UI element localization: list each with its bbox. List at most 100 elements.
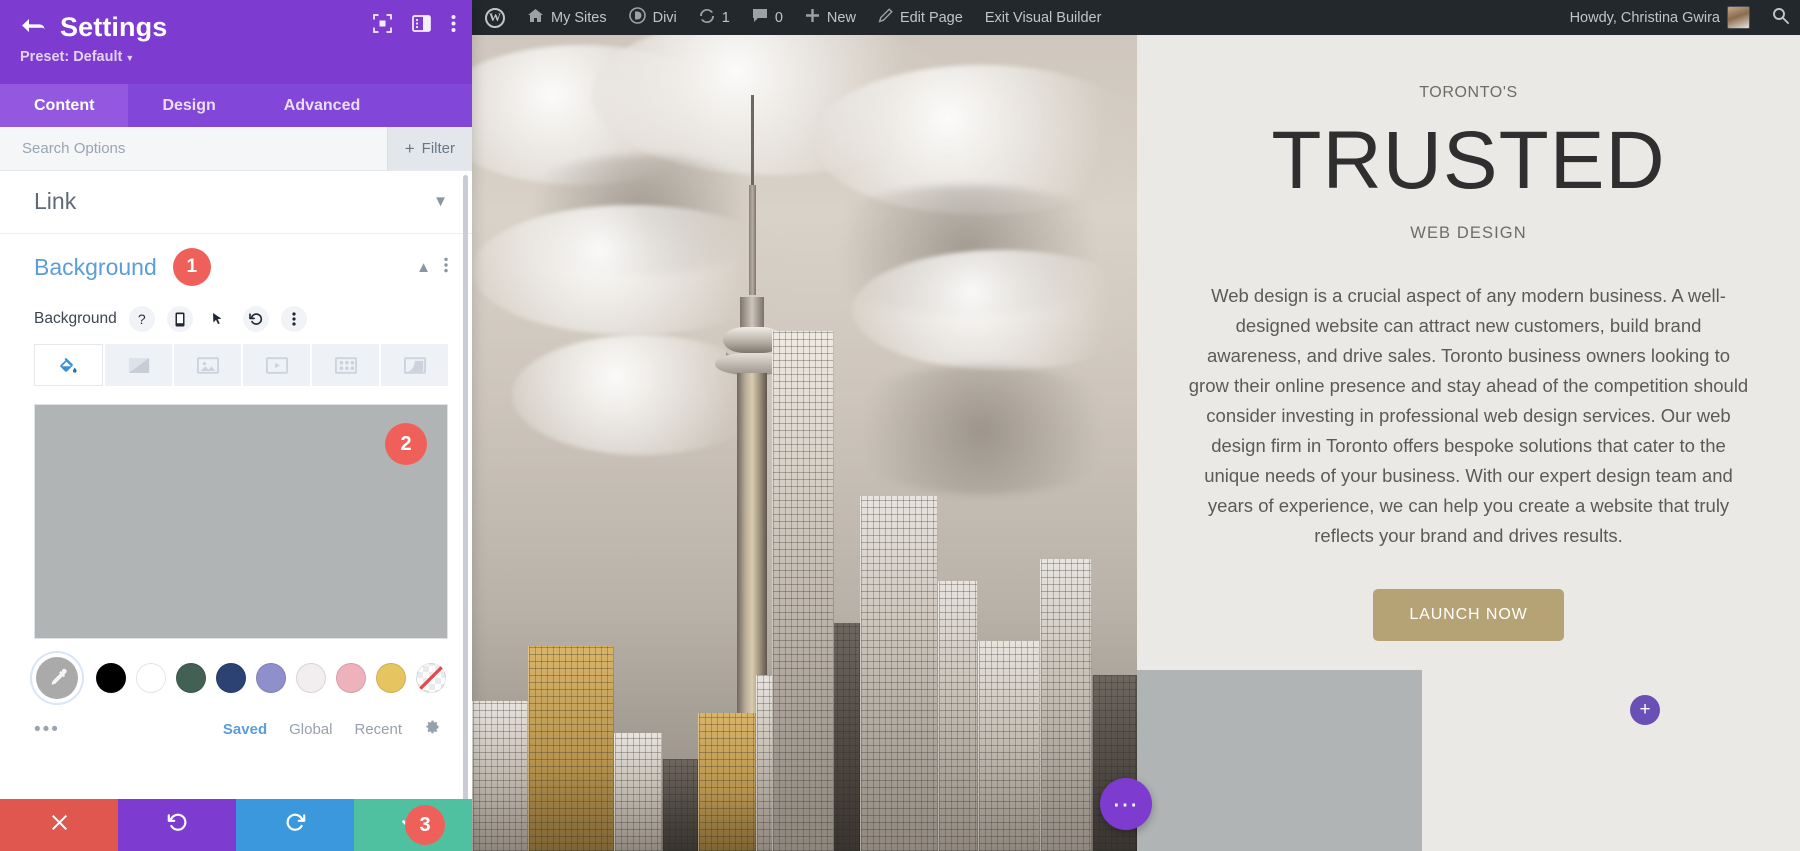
background-pattern-tab[interactable] (312, 344, 379, 386)
add-module-button[interactable]: + (1630, 695, 1660, 725)
focus-frame-icon[interactable] (373, 14, 392, 33)
panel-scrollbar-track[interactable] (463, 171, 470, 799)
background-image-tab[interactable] (174, 344, 241, 386)
gear-icon[interactable] (424, 719, 440, 740)
adminbar-label: My Sites (551, 9, 607, 26)
responsive-phone-icon[interactable] (166, 306, 193, 332)
plus-icon (805, 8, 820, 27)
tab-design[interactable]: Design (128, 84, 249, 127)
more-colors-button[interactable]: ••• (34, 720, 60, 739)
settings-body: Link ▼ Background 1 ▲ Background ? 2 •••… (0, 171, 472, 799)
adminbar-item-new[interactable]: New (794, 0, 867, 35)
adminbar-item-exit-visual-builder[interactable]: Exit Visual Builder (974, 0, 1113, 35)
adminbar-item-edit-page[interactable]: Edit Page (867, 0, 974, 35)
three-dots-icon: ⋯ (1112, 788, 1140, 819)
vertical-dots-icon[interactable] (444, 257, 448, 277)
palette-tab-saved[interactable]: Saved (223, 721, 267, 738)
search-input[interactable] (0, 127, 387, 170)
section-link-title: Link (34, 188, 77, 214)
eyedropper-icon[interactable] (36, 657, 78, 699)
swatch-white[interactable] (136, 663, 166, 693)
palette-tab-global[interactable]: Global (289, 721, 332, 738)
chevron-up-icon[interactable]: ▲ (416, 259, 431, 276)
page-canvas: TORONTO'S TRUSTED WEB DESIGN Web design … (472, 35, 1800, 851)
comment-bubble-icon (752, 8, 768, 27)
tab-advanced[interactable]: Advanced (250, 84, 394, 127)
adminbar-label: Exit Visual Builder (984, 9, 1102, 26)
palette-meta-row: ••• Saved Global Recent (34, 719, 448, 740)
layout-panel-icon[interactable] (412, 14, 431, 33)
wp-admin-bar: W My Sites Divi 1 0 New Edit Page Exit V… (472, 0, 1800, 35)
reset-undo-icon[interactable] (242, 306, 269, 332)
hero-eyebrow: TORONTO'S (1419, 84, 1518, 101)
adminbar-item-wp-logo[interactable]: W (472, 0, 516, 35)
background-field-label: Background (34, 310, 117, 327)
background-mask-tab[interactable] (381, 344, 448, 386)
redo-button[interactable] (236, 799, 354, 851)
launch-now-button[interactable]: LAUNCH NOW (1373, 588, 1564, 641)
undo-icon (167, 812, 188, 839)
palette-tab-recent[interactable]: Recent (354, 721, 402, 738)
background-color-tab[interactable] (34, 344, 103, 386)
swatch-none[interactable] (416, 663, 446, 693)
swatch-green[interactable] (176, 663, 206, 693)
divi-settings-modal: Settings Preset: Default ▼ Content Design (0, 0, 472, 851)
adminbar-item-divi[interactable]: Divi (618, 0, 688, 35)
section-background-header[interactable]: Background 1 ▲ (34, 248, 448, 286)
background-gradient-tab[interactable] (105, 344, 172, 386)
filter-button[interactable]: + Filter (386, 127, 472, 170)
back-arrow-icon[interactable] (20, 17, 46, 41)
help-question-icon[interactable]: ? (128, 306, 155, 332)
plus-icon: + (404, 139, 415, 158)
search-row: + Filter (0, 127, 472, 171)
update-arrows-icon (699, 8, 715, 28)
step-badge-3: 3 (405, 805, 445, 845)
preset-selector[interactable]: Preset: Default ▼ (20, 49, 452, 65)
hero-photo-cn-tower (472, 35, 1137, 851)
account-greeting: Howdy, Christina Gwira (1569, 9, 1720, 26)
cancel-button[interactable] (0, 799, 118, 851)
adminbar-item-updates[interactable]: 1 (688, 0, 741, 35)
background-video-tab[interactable] (243, 344, 310, 386)
adminbar-label: New (826, 9, 856, 26)
adminbar-item-comments[interactable]: 0 (741, 0, 794, 35)
settings-header: Settings Preset: Default ▼ (0, 0, 472, 84)
cta-wrapper: LAUNCH NOW (1137, 588, 1800, 641)
settings-action-bar: 3 (0, 799, 472, 851)
wordpress-logo-icon: W (485, 7, 505, 28)
hover-cursor-icon[interactable] (205, 306, 231, 332)
plus-icon: + (1639, 699, 1651, 720)
pencil-icon (878, 8, 893, 27)
adminbar-item-my-sites[interactable]: My Sites (516, 0, 618, 35)
background-color-preview[interactable]: 2 (34, 404, 448, 639)
swatch-pink[interactable] (336, 663, 366, 693)
undo-button[interactable] (118, 799, 236, 851)
swatch-gold[interactable] (376, 663, 406, 693)
settings-header-icons (373, 14, 456, 33)
swatch-navy[interactable] (216, 663, 246, 693)
background-type-tabs (34, 344, 448, 386)
adminbar-label: Divi (652, 9, 677, 26)
background-field-label-row: Background ? (34, 306, 448, 332)
tab-content[interactable]: Content (0, 84, 129, 127)
step-badge-1: 1 (172, 248, 211, 286)
palette-tabs: Saved Global Recent (223, 719, 440, 740)
vertical-dots-icon[interactable] (280, 306, 307, 332)
swatch-periwinkle[interactable] (256, 663, 286, 693)
color-swatch-row (34, 657, 448, 699)
grey-module-block[interactable] (1137, 670, 1422, 851)
filter-label: Filter (421, 140, 455, 157)
hero-body-text: Web design is a crucial aspect of any mo… (1188, 285, 1749, 546)
vertical-dots-icon[interactable] (451, 14, 456, 33)
hero-subhead: WEB DESIGN (1410, 224, 1527, 243)
divi-floating-menu-button[interactable]: ⋯ (1100, 778, 1152, 830)
chevron-down-icon[interactable]: ▼ (433, 193, 448, 210)
section-link[interactable]: Link ▼ (0, 171, 472, 234)
swatch-black[interactable] (96, 663, 126, 693)
panel-scrollbar-thumb[interactable] (463, 175, 468, 799)
page-title: Settings (60, 12, 168, 42)
adminbar-item-account[interactable]: Howdy, Christina Gwira (1559, 0, 1761, 35)
hero-text-column: TORONTO'S TRUSTED WEB DESIGN Web design … (1137, 35, 1800, 851)
swatch-offwhite[interactable] (296, 663, 326, 693)
adminbar-item-search[interactable] (1761, 0, 1800, 35)
